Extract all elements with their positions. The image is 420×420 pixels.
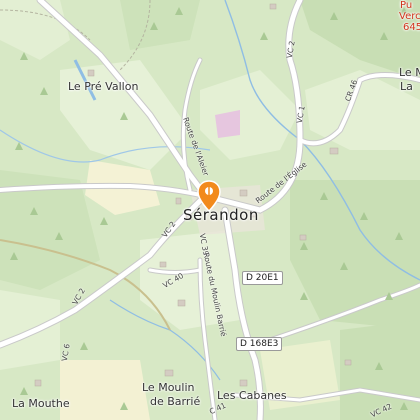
place-label-pre-vallon: Le Pré Vallon (68, 80, 139, 93)
place-label-cabanes: Les Cabanes (217, 389, 287, 402)
place-label-la: La (400, 80, 413, 93)
route-shield-d168e3: D 168E3 (236, 337, 283, 351)
place-label-moulin-line1: Le Moulin (142, 381, 195, 394)
route-shield-d20e1: D 20E1 (242, 271, 283, 285)
place-label-moulin-line2: de Barrié (150, 395, 201, 408)
place-label-elevation: 645 (403, 22, 420, 33)
map-canvas[interactable]: Sérandon Le Pré Vallon Le Moulin de Barr… (0, 0, 420, 420)
place-label-le-m: Le M (399, 66, 420, 79)
place-label-verc: Verc (399, 11, 420, 22)
place-label-mouthe: La Mouthe (12, 397, 70, 410)
place-label-pu: Pu (400, 0, 413, 11)
map-pin-icon[interactable] (196, 180, 222, 212)
